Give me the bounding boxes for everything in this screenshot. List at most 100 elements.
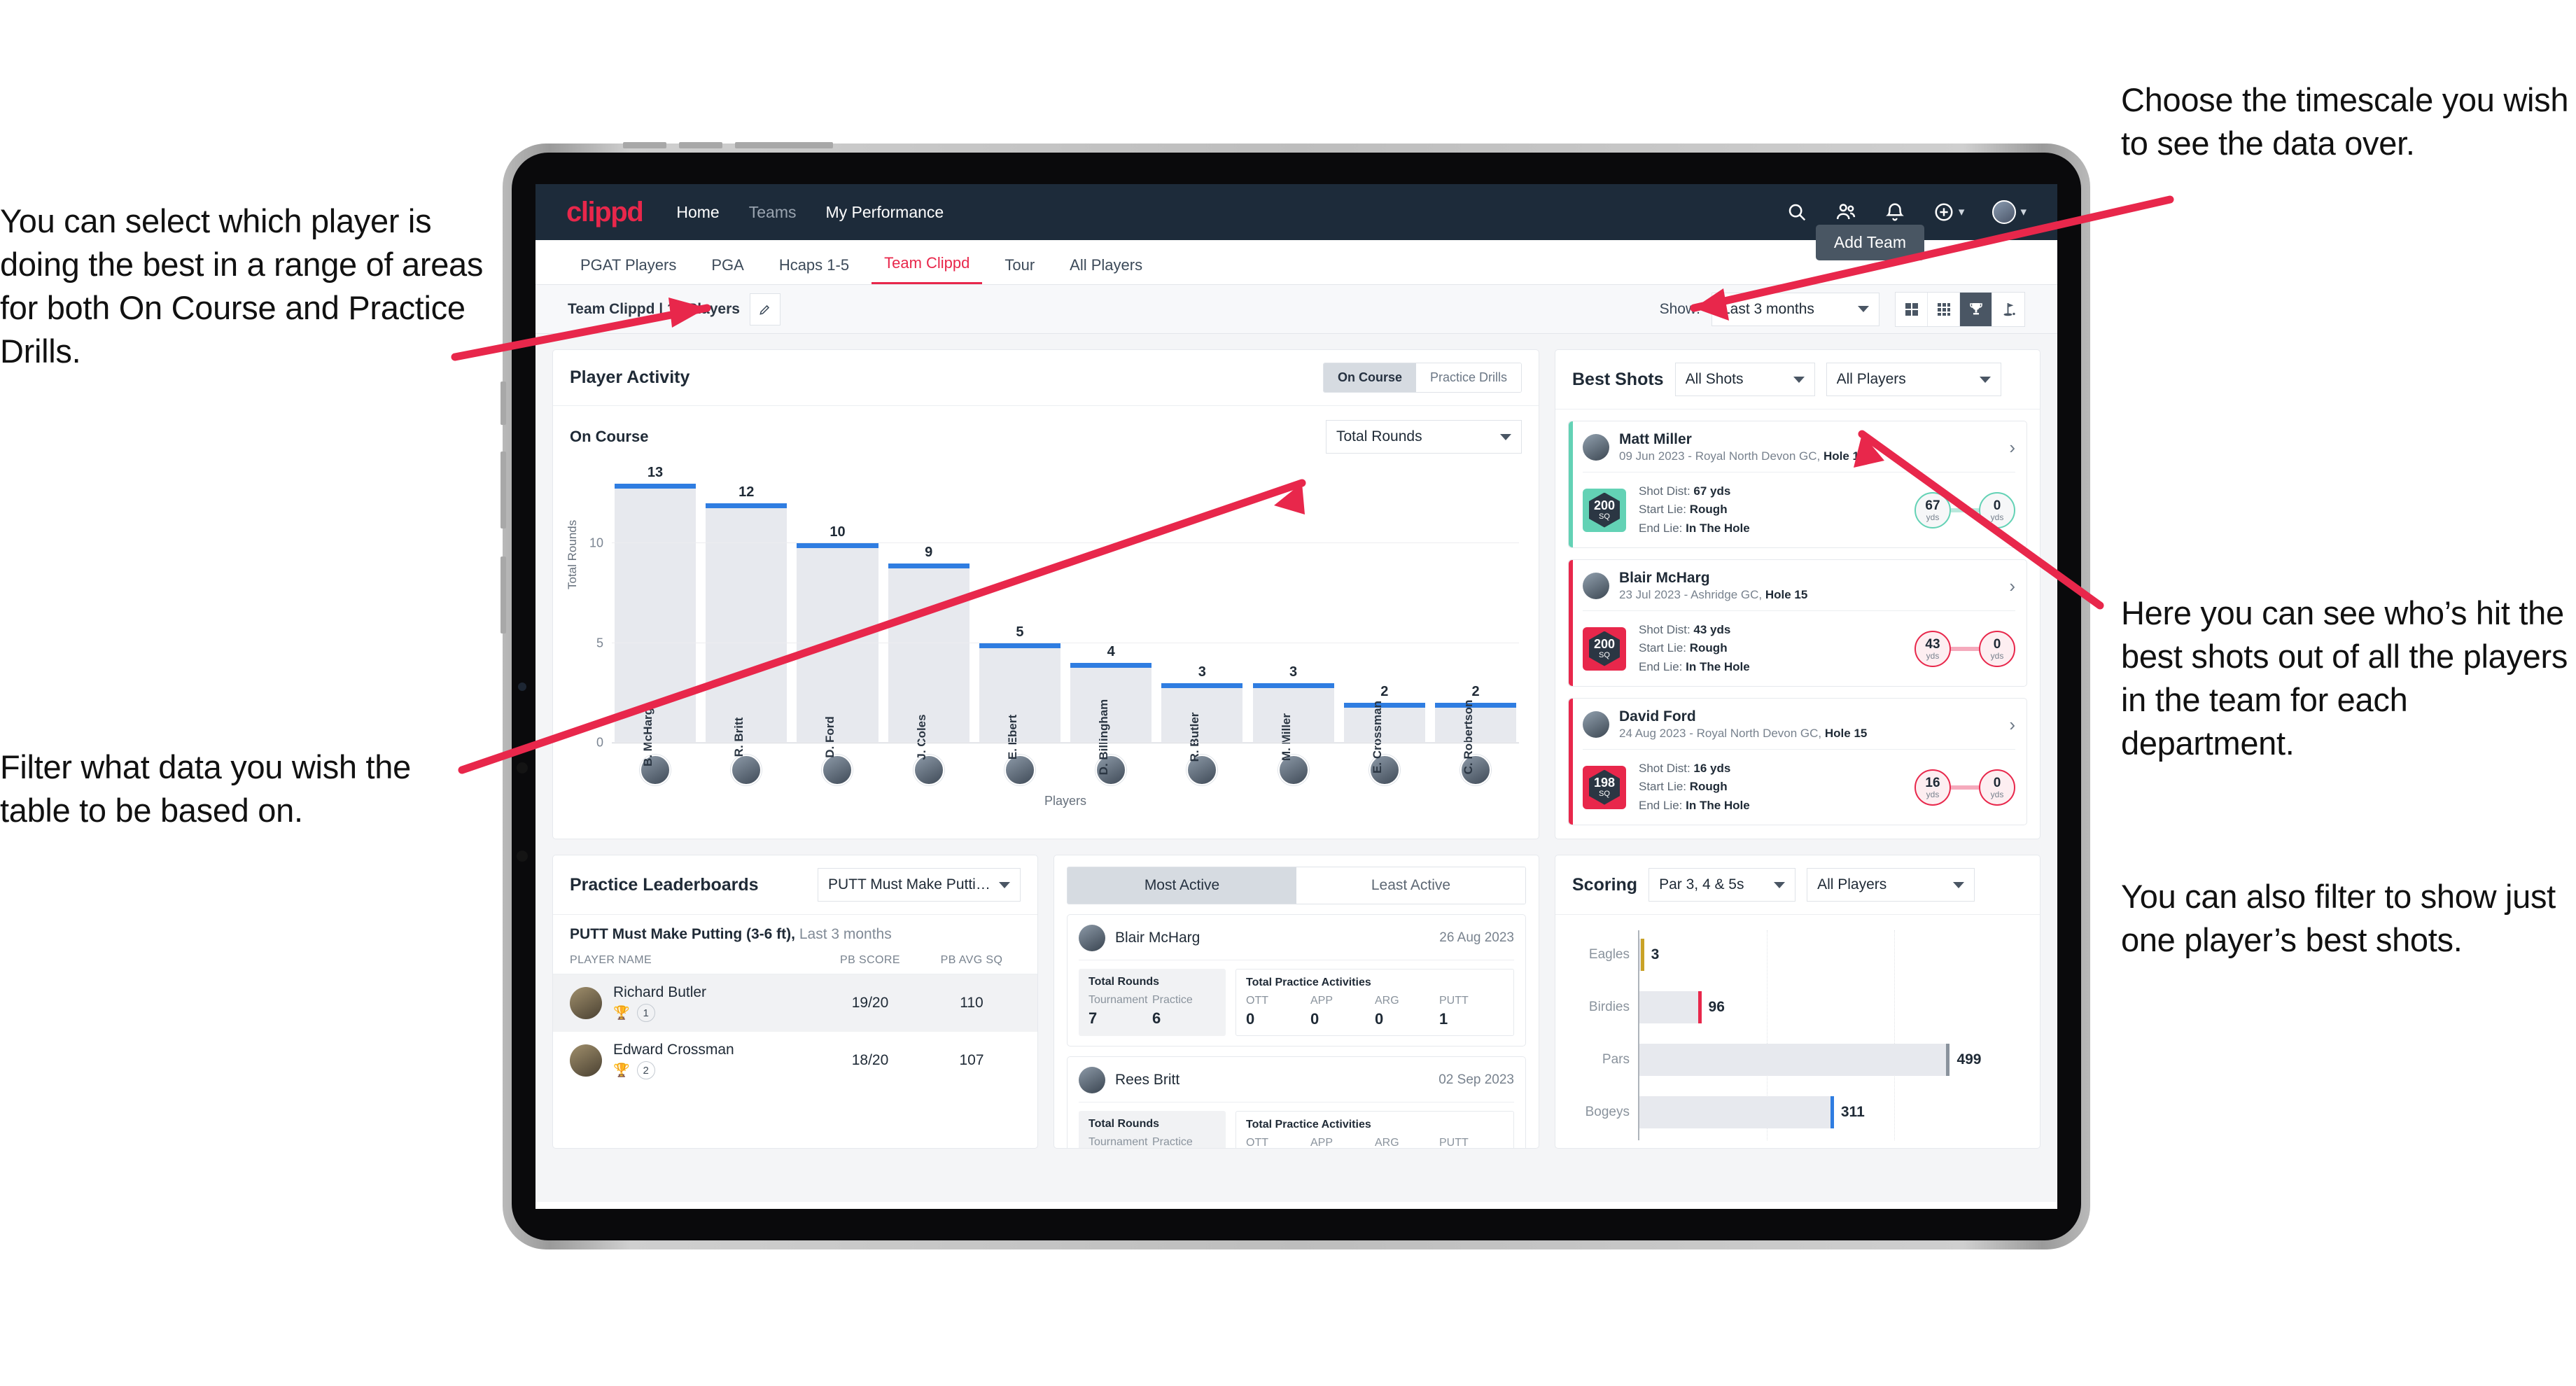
chart-bar[interactable]: 3 M. Miller [1252, 664, 1334, 761]
chevron-right-icon[interactable]: › [2009, 714, 2015, 736]
view-toggle-trophy[interactable] [1960, 292, 1992, 326]
chevron-right-icon[interactable]: › [2009, 575, 2015, 597]
chart-bar-column[interactable]: 5 E. Ebert [979, 463, 1060, 760]
chart-bar-column[interactable]: 3 R. Butler [1161, 463, 1243, 762]
chart-bar[interactable]: 9 J. Coles [888, 545, 969, 760]
secondary-tabbar: PGAT Players PGA Hcaps 1-5 Team Clippd T… [536, 225, 2057, 285]
chart-bar-column[interactable]: 3 M. Miller [1252, 463, 1334, 761]
practice-column: APP0 [1310, 1137, 1334, 1149]
tablet-sensor-1-icon [517, 762, 528, 774]
chart-bar-column[interactable]: 13 B. McHarg [615, 463, 696, 766]
metric-select[interactable]: Total Rounds [1326, 420, 1522, 454]
activity-tabs: Most Active Least Active [1067, 867, 1526, 904]
tablet-button-top-2 [679, 142, 722, 148]
tab-most-active[interactable]: Most Active [1068, 867, 1296, 904]
add-team-button[interactable]: Add Team [1815, 225, 1924, 260]
chart-avatar-cell [1070, 755, 1152, 785]
scoring-row[interactable]: Birdies 96 [1589, 991, 2022, 1023]
avatar[interactable] [731, 755, 762, 785]
nav-link-my-performance[interactable]: My Performance [825, 203, 944, 222]
best-shot-card[interactable]: David Ford 24 Aug 2023 - Royal North Devo… [1568, 698, 2027, 826]
activity-player-card[interactable]: Rees Britt 02 Sep 2023 Total Rounds Tournam… [1067, 1056, 1526, 1149]
chart-bar[interactable]: 2 E. Crossman [1343, 684, 1425, 774]
scoring-par-select[interactable]: Par 3, 4 & 5s [1648, 868, 1796, 902]
avatar[interactable] [822, 755, 853, 785]
best-shot-card[interactable]: Blair McHarg 23 Jul 2023 - Ashridge GC, H… [1568, 559, 2027, 687]
best-shot-stats: Shot Dist: 67 yds Start Lie: Rough End Lie… [1639, 482, 1902, 538]
activity-player-card[interactable]: Blair McHarg 26 Aug 2023 Total Rounds Tourn… [1067, 914, 1526, 1046]
best-shot-card[interactable]: Matt Miller 09 Jun 2023 - Royal North Dev… [1568, 421, 2027, 549]
chart-bar-column[interactable]: 9 J. Coles [888, 463, 969, 760]
add-menu[interactable]: ▾ [1933, 202, 1964, 223]
best-shots-shot-filter[interactable]: All Shots [1674, 363, 1815, 396]
chart-bar-value: 13 [647, 464, 664, 480]
best-shot-header: Blair McHarg 23 Jul 2023 - Ashridge GC, H… [1583, 570, 2015, 612]
practice-column: OTT0 [1246, 995, 1268, 1028]
chart-avatar-cell [1435, 755, 1516, 785]
tab-all-players[interactable]: All Players [1057, 256, 1155, 284]
edit-team-button[interactable] [749, 293, 780, 326]
chart-bar-column[interactable]: 12 R. Britt [706, 463, 788, 757]
tab-team-clippd[interactable]: Team Clippd [872, 254, 983, 284]
scoring-row[interactable]: Eagles 3 [1589, 939, 2022, 971]
tab-tour[interactable]: Tour [992, 256, 1047, 284]
chart-bar[interactable]: 3 R. Butler [1161, 664, 1243, 762]
search-icon[interactable] [1786, 202, 1807, 223]
scoring-row[interactable]: Pars 499 [1602, 1044, 2022, 1076]
chart-gridline: 10 [589, 536, 1519, 550]
people-icon[interactable] [1835, 202, 1856, 223]
shot-end-unit: yds [1990, 512, 2004, 522]
brand-logo[interactable]: clippd [566, 197, 644, 228]
chart-bar[interactable]: 13 B. McHarg [615, 465, 696, 766]
chart-bar[interactable]: 10 D. Ford [797, 524, 878, 758]
leaderboard-row[interactable]: Richard Butler 🏆 1 19/20 110 [553, 974, 1037, 1032]
chart-bar[interactable]: 5 E. Ebert [979, 624, 1060, 760]
scoring-row[interactable]: Bogeys 311 [1586, 1096, 2022, 1128]
player-activity-header: Player Activity On Course Practice Drill… [553, 350, 1539, 406]
stat-end-lie-value: In The Hole [1686, 659, 1750, 673]
chart-bar-column[interactable]: 2 C. Robertson [1434, 463, 1517, 774]
view-toggle-grid-3x3[interactable] [1928, 292, 1960, 326]
scoring-card: Scoring Par 3, 4 & 5s All Players Eagles… [1555, 855, 2040, 1149]
shot-quality-value: 198 [1593, 776, 1616, 790]
chart-bar[interactable]: 2 C. Robertson [1434, 684, 1517, 774]
tab-least-active[interactable]: Least Active [1296, 867, 1525, 904]
stat-end-lie-label: End Lie: [1639, 521, 1686, 535]
chevron-down-icon [1793, 376, 1805, 383]
best-shot-body: 198 SQ Shot Dist: 16 yds Start Lie: Rough En… [1583, 750, 2015, 815]
tab-pga[interactable]: PGA [699, 256, 756, 284]
chart-bar-column[interactable]: 4 D. Billingham [1070, 463, 1152, 775]
view-toggle-golf-flag[interactable] [1992, 293, 2024, 326]
stat-start-lie-value: Rough [1689, 503, 1728, 517]
leaderboard-subtitle-period: Last 3 months [795, 926, 892, 942]
stat-shot-dist-value: 67 yds [1693, 484, 1731, 498]
scoring-player-select[interactable]: All Players [1807, 868, 1975, 902]
tab-hcaps-1-5[interactable]: Hcaps 1-5 [766, 256, 862, 284]
nav-link-teams[interactable]: Teams [749, 203, 797, 222]
best-shots-player-filter[interactable]: All Players [1826, 363, 2001, 396]
shot-connector [1951, 646, 1979, 651]
bell-icon[interactable] [1884, 202, 1905, 223]
segment-on-course[interactable]: On Course [1323, 363, 1416, 392]
view-toggle-grid-2x2[interactable] [1896, 292, 1928, 326]
chevron-down-icon: ▾ [2020, 205, 2026, 218]
chart-bar[interactable]: 12 R. Britt [706, 484, 788, 757]
avatar[interactable] [1992, 200, 2017, 224]
chart-bar-column[interactable]: 10 D. Ford [797, 463, 878, 758]
best-shots-header: Best Shots All Shots All Players [1555, 350, 2040, 410]
leaderboard-row[interactable]: Edward Crossman 🏆 2 18/20 107 [553, 1032, 1037, 1089]
tab-pgat-players[interactable]: PGAT Players [568, 256, 689, 284]
chart-bar-value: 5 [1016, 624, 1024, 640]
chart-bar[interactable]: 4 D. Billingham [1070, 644, 1152, 775]
timescale-select[interactable]: Last 3 months [1712, 292, 1879, 326]
drill-select[interactable]: PUTT Must Make Putting ... [818, 868, 1021, 902]
segment-practice-drills[interactable]: Practice Drills [1415, 363, 1521, 392]
chevron-right-icon[interactable]: › [2009, 437, 2015, 458]
plus-circle-icon[interactable] [1933, 202, 1954, 223]
stat-end-lie-label: End Lie: [1639, 798, 1686, 812]
chart-bar-column[interactable]: 2 E. Crossman [1343, 463, 1425, 774]
account-menu[interactable]: ▾ [1992, 200, 2026, 224]
stat-start-lie: Start Lie: Rough [1639, 500, 1902, 519]
nav-link-home[interactable]: Home [676, 203, 719, 222]
total-rounds-title: Total Rounds [1088, 976, 1160, 988]
